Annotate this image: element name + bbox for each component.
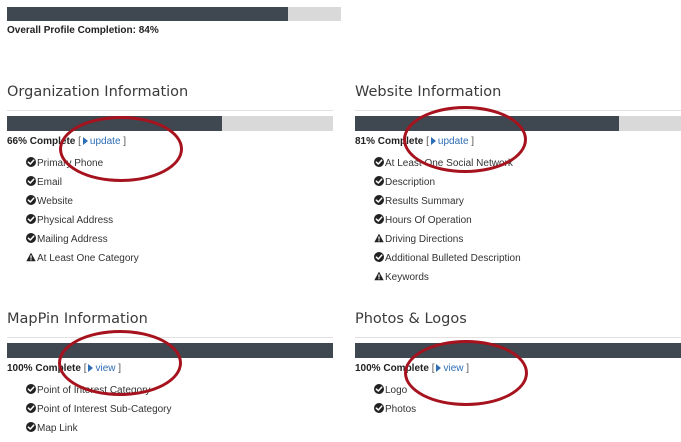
section-mappin-information: MapPin Information 100% Complete [view ]… bbox=[7, 311, 333, 438]
completion-percent: 66% Complete bbox=[7, 136, 76, 147]
check-circle-icon bbox=[26, 422, 36, 432]
requirement-list: Primary Phone Email Website Physical Addres… bbox=[26, 154, 333, 268]
check-circle-icon bbox=[374, 157, 384, 167]
requirement-item: Physical Address bbox=[26, 211, 333, 230]
overall-progress-bar bbox=[7, 7, 341, 21]
requirement-list: At Least One Social Network Description Re… bbox=[374, 154, 681, 287]
check-circle-icon bbox=[26, 214, 36, 224]
check-circle-icon bbox=[26, 195, 36, 205]
requirement-item: Mailing Address bbox=[26, 230, 333, 249]
check-circle-icon bbox=[374, 176, 384, 186]
requirement-label: At Least One Category bbox=[37, 253, 139, 264]
requirement-label: Results Summary bbox=[385, 196, 464, 207]
divider bbox=[7, 110, 333, 111]
check-circle-icon bbox=[374, 195, 384, 205]
section-progress-fill bbox=[355, 116, 620, 131]
requirement-label: Map Link bbox=[37, 423, 78, 434]
requirement-item: Logo bbox=[374, 381, 681, 400]
completion-status: 66% Complete [update ] bbox=[7, 136, 127, 147]
check-circle-icon bbox=[374, 214, 384, 224]
requirement-label: Photos bbox=[385, 404, 417, 415]
section-progress-fill bbox=[355, 343, 681, 358]
check-circle-icon bbox=[26, 403, 36, 413]
section-progress-bar bbox=[7, 343, 333, 358]
divider bbox=[355, 337, 681, 338]
completion-percent: 100% Complete bbox=[7, 363, 81, 374]
divider bbox=[7, 337, 333, 338]
check-circle-icon bbox=[374, 384, 384, 394]
requirement-item: Website bbox=[26, 192, 333, 211]
update-link[interactable]: update bbox=[81, 136, 121, 147]
requirement-item: Keywords bbox=[374, 268, 681, 287]
completion-percent: 100% Complete bbox=[355, 363, 429, 374]
section-website-information: Website Information 81% Complete [update… bbox=[355, 84, 681, 287]
requirement-item: At Least One Category bbox=[26, 249, 333, 268]
section-organization-information: Organization Information 66% Complete [u… bbox=[7, 84, 333, 268]
requirement-label: At Least One Social Network bbox=[385, 158, 513, 169]
overall-progress-fill bbox=[7, 7, 288, 21]
view-link[interactable]: view bbox=[434, 363, 464, 374]
requirement-item: Primary Phone bbox=[26, 154, 333, 173]
caret-right-icon bbox=[82, 137, 88, 145]
caret-right-icon bbox=[88, 364, 94, 372]
requirement-label: Mailing Address bbox=[37, 234, 108, 245]
section-photos-logos: Photos & Logos 100% Complete [view ] Log… bbox=[355, 311, 681, 419]
requirement-item: Results Summary bbox=[374, 192, 681, 211]
requirement-item: Email bbox=[26, 173, 333, 192]
section-progress-bar bbox=[355, 116, 681, 131]
check-circle-icon bbox=[374, 252, 384, 262]
requirement-label: Website bbox=[37, 196, 73, 207]
completion-status: 100% Complete [view ] bbox=[355, 363, 470, 374]
overall-completion-label: Overall Profile Completion: 84% bbox=[7, 25, 159, 36]
check-circle-icon bbox=[26, 233, 36, 243]
view-link[interactable]: view bbox=[86, 363, 116, 374]
check-circle-icon bbox=[26, 384, 36, 394]
requirement-label: Logo bbox=[385, 385, 408, 396]
requirement-item: Additional Bulleted Description bbox=[374, 249, 681, 268]
requirement-item: Point of Interest Sub-Category bbox=[26, 400, 333, 419]
requirement-list: Logo Photos bbox=[374, 381, 681, 419]
caret-right-icon bbox=[430, 137, 436, 145]
requirement-item: Hours Of Operation bbox=[374, 211, 681, 230]
requirement-item: At Least One Social Network bbox=[374, 154, 681, 173]
requirement-label: Driving Directions bbox=[385, 234, 464, 245]
requirement-label: Primary Phone bbox=[37, 158, 104, 169]
update-link[interactable]: update bbox=[429, 136, 469, 147]
warning-triangle-icon bbox=[26, 252, 36, 262]
warning-triangle-icon bbox=[374, 233, 384, 243]
section-progress-bar bbox=[355, 343, 681, 358]
requirement-item: Photos bbox=[374, 400, 681, 419]
requirement-label: Hours Of Operation bbox=[385, 215, 472, 226]
requirement-label: Keywords bbox=[385, 272, 429, 283]
requirement-item: Description bbox=[374, 173, 681, 192]
warning-triangle-icon bbox=[374, 271, 384, 281]
check-circle-icon bbox=[26, 176, 36, 186]
section-title: Organization Information bbox=[7, 84, 189, 100]
section-title: Photos & Logos bbox=[355, 311, 467, 327]
completion-status: 100% Complete [view ] bbox=[7, 363, 122, 374]
section-title: MapPin Information bbox=[7, 311, 148, 327]
requirement-label: Point of Interest Category bbox=[37, 385, 151, 396]
section-progress-fill bbox=[7, 116, 223, 131]
requirement-item: Map Link bbox=[26, 419, 333, 438]
requirement-list: Point of Interest Category Point of Inter… bbox=[26, 381, 333, 438]
caret-right-icon bbox=[436, 364, 442, 372]
section-progress-bar bbox=[7, 116, 333, 131]
requirement-item: Point of Interest Category bbox=[26, 381, 333, 400]
requirement-label: Email bbox=[37, 177, 63, 188]
check-circle-icon bbox=[374, 403, 384, 413]
section-title: Website Information bbox=[355, 84, 502, 100]
section-progress-fill bbox=[7, 343, 333, 358]
completion-status: 81% Complete [update ] bbox=[355, 136, 475, 147]
requirement-item: Driving Directions bbox=[374, 230, 681, 249]
completion-percent: 81% Complete bbox=[355, 136, 424, 147]
requirement-label: Physical Address bbox=[37, 215, 114, 226]
requirement-label: Point of Interest Sub-Category bbox=[37, 404, 172, 415]
check-circle-icon bbox=[26, 157, 36, 167]
requirement-label: Description bbox=[385, 177, 436, 188]
divider bbox=[355, 110, 681, 111]
requirement-label: Additional Bulleted Description bbox=[385, 253, 521, 264]
